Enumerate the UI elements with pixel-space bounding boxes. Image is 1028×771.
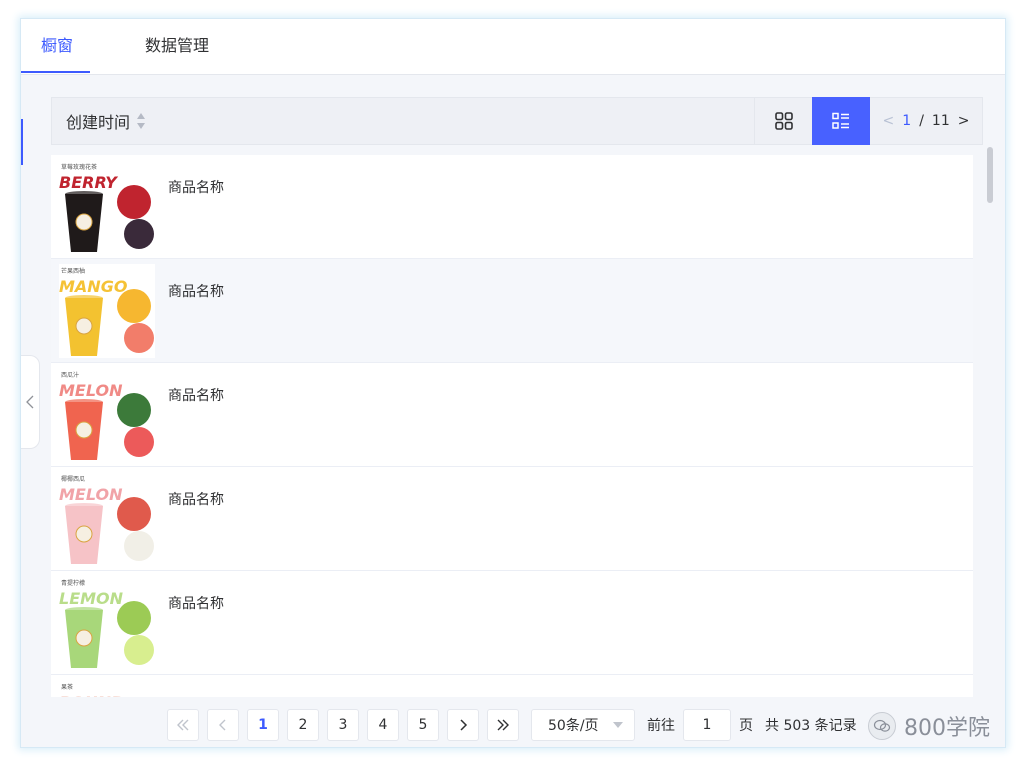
goto-page-input[interactable] bbox=[683, 709, 731, 741]
grid-view-icon bbox=[774, 112, 793, 130]
grid-view-button[interactable] bbox=[754, 97, 812, 145]
list-view-button[interactable] bbox=[812, 97, 870, 145]
product-thumbnail: 草莓玫瑰花茶 BERRY bbox=[59, 160, 155, 254]
tab-showcase[interactable]: 橱窗 bbox=[41, 19, 73, 73]
list-scrollbar[interactable] bbox=[987, 147, 993, 203]
page-unit-label: 页 bbox=[739, 718, 753, 734]
chevron-right-icon bbox=[460, 719, 468, 731]
product-row[interactable]: 果茶POUND商品名称 bbox=[51, 675, 973, 697]
chevron-left-icon bbox=[219, 719, 226, 731]
watermark-text: 800学院 bbox=[904, 716, 990, 741]
product-thumbnail: 椰椰西瓜 MELON bbox=[59, 472, 155, 566]
page-size-select[interactable]: 50条/页 bbox=[531, 709, 635, 741]
list-toolbar: 创建时间 < 1 / 11 > bbox=[51, 97, 983, 145]
product-row[interactable]: 椰椰西瓜 MELON 商品名称 bbox=[51, 467, 973, 571]
wechat-logo-icon bbox=[868, 712, 896, 740]
sort-label: 创建时间 bbox=[66, 113, 131, 132]
product-name: 商品名称 bbox=[168, 596, 224, 612]
pagination: 1 2 3 4 5 50条/页 前往 页 共 503 条记录 bbox=[167, 709, 857, 741]
product-thumbnail: 青提柠檬 LEMON bbox=[59, 576, 155, 670]
prev-page-button[interactable] bbox=[207, 709, 239, 741]
mini-total-pages: 11 bbox=[931, 113, 950, 129]
thumb-caption: 草莓玫瑰花茶 bbox=[61, 163, 97, 171]
mini-prev-button[interactable]: < bbox=[883, 113, 895, 129]
double-chevron-left-icon bbox=[177, 719, 189, 731]
next-page-button[interactable] bbox=[447, 709, 479, 741]
thumb-word: MELON bbox=[59, 485, 123, 504]
page-button-2[interactable]: 2 bbox=[287, 709, 319, 741]
page-button-3[interactable]: 3 bbox=[327, 709, 359, 741]
first-page-button[interactable] bbox=[167, 709, 199, 741]
product-row[interactable]: 草莓玫瑰花茶 BERRY 商品名称 bbox=[51, 155, 973, 259]
active-tab-indicator bbox=[21, 71, 90, 73]
product-thumbnail: 芒果西柚 MANGO bbox=[59, 264, 155, 358]
caret-down-icon bbox=[613, 722, 623, 728]
thumb-caption: 芒果西柚 bbox=[61, 267, 85, 275]
side-accent bbox=[21, 119, 23, 165]
thumb-caption: 果茶 bbox=[61, 683, 73, 691]
product-name: 商品名称 bbox=[168, 388, 224, 404]
product-name: 商品名称 bbox=[168, 284, 224, 300]
page-button-1[interactable]: 1 bbox=[247, 709, 279, 741]
total-records: 共 503 条记录 bbox=[765, 718, 857, 734]
sort-caret-icon bbox=[137, 113, 146, 129]
page-button-4[interactable]: 4 bbox=[367, 709, 399, 741]
double-chevron-right-icon bbox=[497, 719, 509, 731]
page-size-value: 50条/页 bbox=[548, 718, 599, 734]
collapse-sidebar-button[interactable] bbox=[21, 355, 40, 449]
tab-data-management[interactable]: 数据管理 bbox=[145, 19, 209, 73]
product-name: 商品名称 bbox=[168, 180, 224, 196]
thumb-caption: 西瓜汁 bbox=[61, 371, 79, 379]
sort-by-created-time[interactable]: 创建时间 bbox=[66, 98, 146, 144]
goto-label: 前往 bbox=[647, 718, 675, 734]
product-thumbnail: 西瓜汁 MELON bbox=[59, 368, 155, 462]
last-page-button[interactable] bbox=[487, 709, 519, 741]
chevron-left-icon bbox=[26, 395, 34, 409]
thumb-word: MANGO bbox=[59, 277, 128, 296]
product-list: 草莓玫瑰花茶 BERRY 商品名称 芒果西柚 MANGO 商品名称 西瓜汁 MELON 商品名称… bbox=[51, 155, 973, 697]
mini-pager: < 1 / 11 > bbox=[870, 98, 982, 144]
thumb-word: LEMON bbox=[59, 589, 124, 608]
thumb-word: POUND bbox=[59, 693, 124, 697]
mini-next-button[interactable]: > bbox=[958, 113, 970, 129]
product-name: 商品名称 bbox=[168, 492, 224, 508]
mini-current-page: 1 bbox=[902, 113, 912, 129]
list-view-icon bbox=[832, 112, 849, 129]
product-row[interactable]: 西瓜汁 MELON 商品名称 bbox=[51, 363, 973, 467]
product-row[interactable]: 青提柠檬 LEMON 商品名称 bbox=[51, 571, 973, 675]
mini-page-separator: / bbox=[919, 113, 924, 129]
thumb-caption: 椰椰西瓜 bbox=[61, 475, 85, 483]
watermark: 800学院 bbox=[868, 710, 990, 742]
product-row[interactable]: 芒果西柚 MANGO 商品名称 bbox=[51, 259, 973, 363]
thumb-word: BERRY bbox=[59, 173, 118, 192]
page-button-5[interactable]: 5 bbox=[407, 709, 439, 741]
tab-bar: 橱窗 数据管理 bbox=[21, 19, 1005, 75]
app-frame: 橱窗 数据管理 创建时间 < 1 / 11 > 草莓玫瑰花茶 BERRY 商品名… bbox=[20, 18, 1006, 748]
thumb-caption: 青提柠檬 bbox=[61, 579, 85, 587]
product-thumbnail: 果茶 POUND bbox=[59, 680, 155, 697]
thumb-word: MELON bbox=[59, 381, 123, 400]
